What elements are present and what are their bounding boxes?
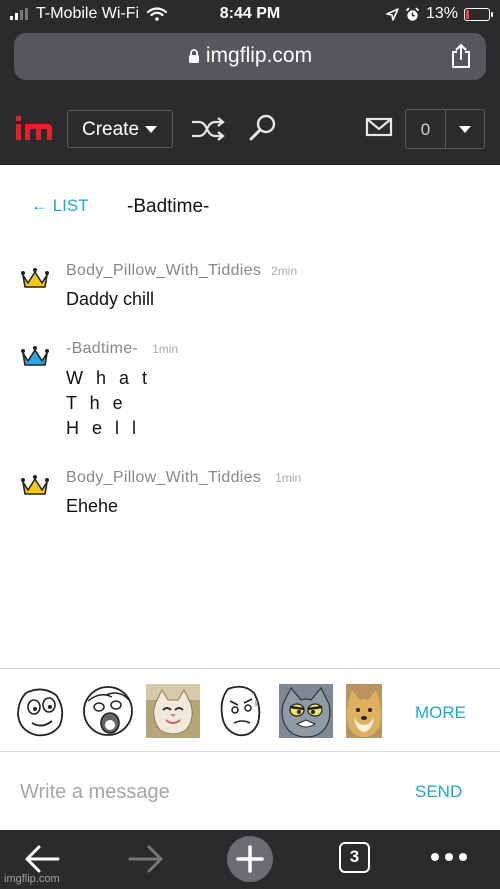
message-author-name[interactable]: Body_Pillow_With_Tiddies (66, 469, 261, 486)
watermark: imgflip.com (4, 873, 60, 885)
back-to-list-link[interactable]: ← LIST (31, 196, 89, 216)
message-input[interactable] (20, 779, 380, 805)
tom-cat-sticker[interactable] (279, 684, 333, 738)
url-display[interactable]: imgflip.com (14, 44, 486, 68)
rage-face-sticker[interactable] (12, 683, 68, 739)
sticker-bar: MORE (0, 668, 500, 752)
chevron-down-icon (145, 126, 158, 134)
message-author[interactable]: -Badtime- 1min (66, 340, 178, 358)
smiling-cat-sticker[interactable] (146, 684, 200, 738)
shuffle-icon[interactable] (190, 116, 226, 142)
tab-switcher-button[interactable]: 3 (339, 842, 370, 873)
message-time: 1min (275, 471, 302, 485)
lol-face-sticker[interactable] (80, 683, 136, 739)
chat-title: -Badtime- (127, 196, 210, 217)
status-right: 13% (386, 5, 493, 23)
notification-count[interactable]: 0 (405, 109, 445, 149)
lock-icon (188, 49, 199, 63)
search-icon[interactable] (248, 113, 278, 143)
send-button[interactable]: SEND (415, 782, 462, 802)
notification-dropdown[interactable] (445, 109, 485, 149)
more-stickers-link[interactable]: MORE (415, 703, 466, 723)
new-tab-icon[interactable] (226, 835, 274, 883)
share-icon[interactable] (450, 43, 472, 69)
message-time: 2min (271, 264, 298, 278)
crown-icon (21, 346, 49, 366)
site-nav: Create 0 (0, 92, 500, 165)
alarm-icon (405, 7, 420, 21)
battery-icon (464, 7, 493, 21)
message-author-name[interactable]: -Badtime- (66, 340, 138, 357)
message-author[interactable]: Body_Pillow_With_Tiddies 1min (66, 469, 301, 487)
crown-icon (21, 475, 49, 495)
battery-percent: 13% (425, 5, 458, 22)
status-bar: T-Mobile Wi-Fi 8:44 PM 13% (0, 0, 500, 30)
message-author-name[interactable]: Body_Pillow_With_Tiddies (66, 262, 261, 279)
create-label: Create (82, 119, 140, 140)
message-author[interactable]: Body_Pillow_With_Tiddies 2min (66, 262, 297, 280)
create-button[interactable]: Create (67, 110, 173, 148)
browser-chrome: T-Mobile Wi-Fi 8:44 PM 13% imgflip.com (0, 0, 500, 92)
forward-icon[interactable] (128, 844, 164, 874)
sweaty-face-sticker[interactable] (212, 683, 268, 739)
url-text: imgflip.com (205, 44, 313, 67)
url-bar[interactable]: imgflip.com (14, 33, 486, 80)
location-icon (386, 7, 399, 21)
message-text: Daddy chill (66, 289, 155, 309)
more-options-icon[interactable] (430, 852, 468, 862)
doge-sticker[interactable] (346, 684, 382, 738)
imgflip-logo[interactable] (14, 114, 54, 142)
message-time: 1min (152, 342, 179, 356)
crown-icon (21, 268, 49, 288)
back-icon[interactable] (24, 844, 60, 874)
browser-toolbar: 3 (0, 830, 500, 889)
message-text: W h a t T h e H e l l (66, 368, 152, 438)
message-text: Ehehe (66, 496, 119, 516)
mail-icon[interactable] (365, 116, 393, 138)
chevron-down-icon (459, 126, 471, 133)
